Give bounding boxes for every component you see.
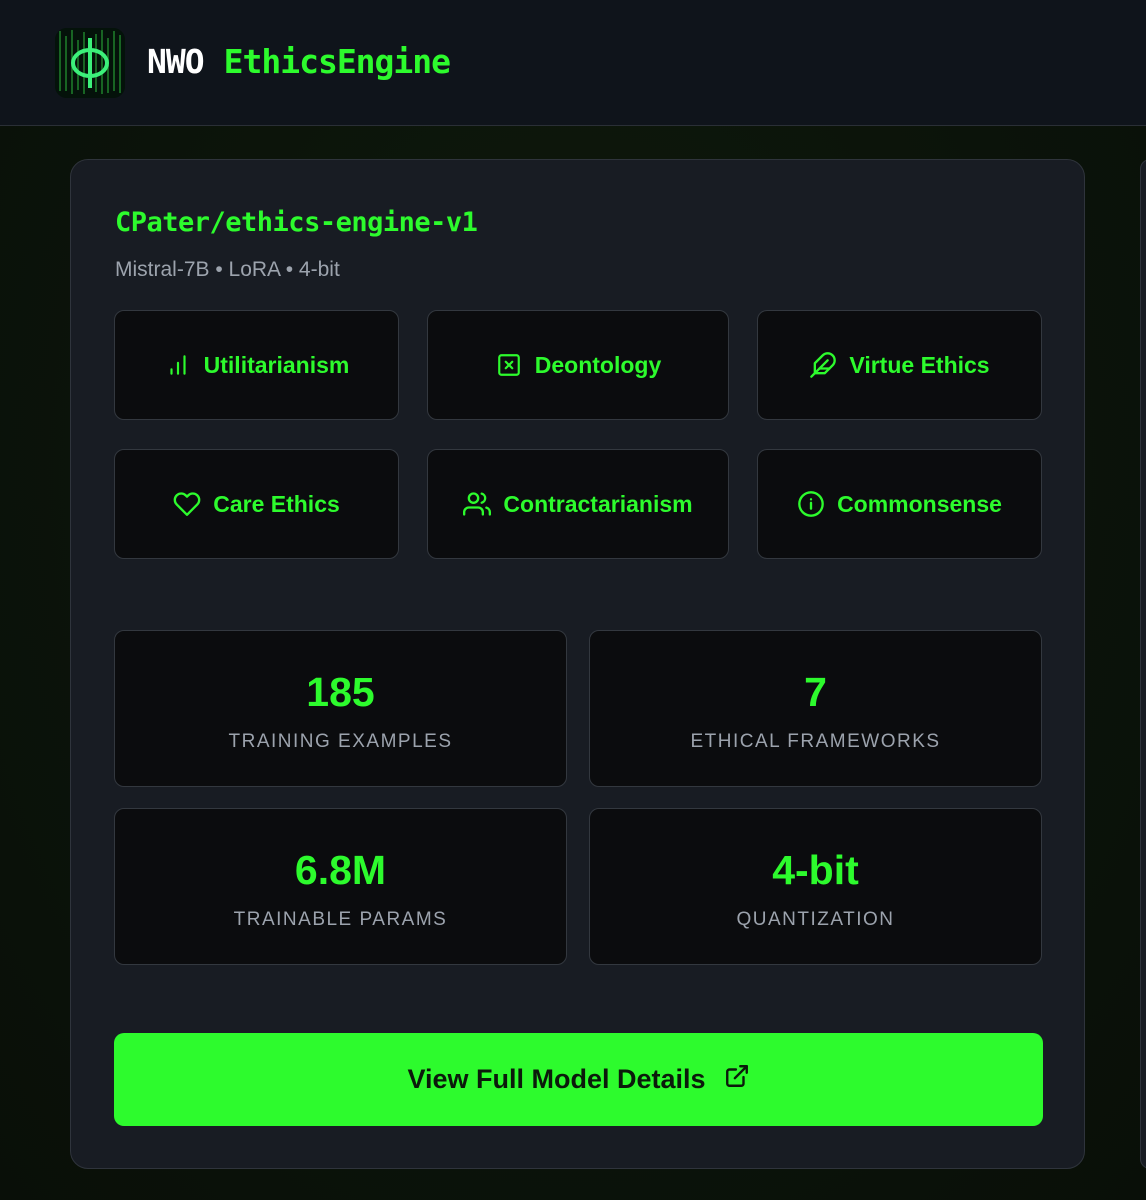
framework-utilitarianism[interactable]: Utilitarianism xyxy=(114,310,399,420)
app-header: NWO EthicsEngine xyxy=(0,0,1146,126)
stat-training-examples: 185 TRAINING EXAMPLES xyxy=(114,630,567,787)
phi-matrix-logo[interactable] xyxy=(55,28,125,98)
adjacent-card-edge xyxy=(1140,159,1146,1169)
brand-title: NWO EthicsEngine xyxy=(147,42,451,81)
feather-icon xyxy=(809,351,837,379)
stat-value: 4-bit xyxy=(772,847,859,893)
framework-commonsense[interactable]: Commonsense xyxy=(757,449,1042,559)
heart-icon xyxy=(173,490,201,518)
framework-deontology[interactable]: Deontology xyxy=(427,310,729,420)
stat-value: 7 xyxy=(804,669,827,715)
framework-care-ethics[interactable]: Care Ethics xyxy=(114,449,399,559)
stat-value: 6.8M xyxy=(294,847,387,893)
cta-label: View Full Model Details xyxy=(407,1064,706,1094)
framework-label: Commonsense xyxy=(837,490,1002,517)
stat-trainable-params: 6.8M TRAINABLE PARAMS xyxy=(114,808,567,965)
brand-prefix: NWO xyxy=(147,42,205,81)
framework-label: Deontology xyxy=(534,351,662,378)
stat-label: QUANTIZATION xyxy=(736,909,895,930)
stat-label: TRAINING EXAMPLES xyxy=(228,731,453,752)
stat-value: 185 xyxy=(306,669,375,715)
stat-label: TRAINABLE PARAMS xyxy=(233,909,448,930)
stat-ethical-frameworks: 7 ETHICAL FRAMEWORKS xyxy=(589,630,1042,787)
framework-contractarianism[interactable]: Contractarianism xyxy=(427,449,729,559)
view-model-details-button[interactable]: View Full Model Details xyxy=(114,1033,1043,1126)
stat-quantization: 4-bit QUANTIZATION xyxy=(589,808,1042,965)
model-meta: Mistral-7B • LoRA • 4-bit xyxy=(115,258,340,281)
model-card: CPater/ethics-engine-v1 Mistral-7B • LoR… xyxy=(70,159,1085,1169)
framework-label: Care Ethics xyxy=(213,490,340,517)
model-name: CPater/ethics-engine-v1 xyxy=(115,207,478,238)
brand-name: EthicsEngine xyxy=(223,42,451,81)
info-icon xyxy=(797,490,825,518)
framework-label: Virtue Ethics xyxy=(849,351,990,378)
framework-virtue-ethics[interactable]: Virtue Ethics xyxy=(757,310,1042,420)
stat-label: ETHICAL FRAMEWORKS xyxy=(690,731,941,752)
framework-label: Contractarianism xyxy=(503,490,693,517)
x-square-icon xyxy=(495,351,523,379)
users-icon xyxy=(463,490,492,518)
framework-label: Utilitarianism xyxy=(203,351,350,378)
external-link-icon xyxy=(724,1063,750,1096)
bar-chart-icon xyxy=(164,351,192,379)
